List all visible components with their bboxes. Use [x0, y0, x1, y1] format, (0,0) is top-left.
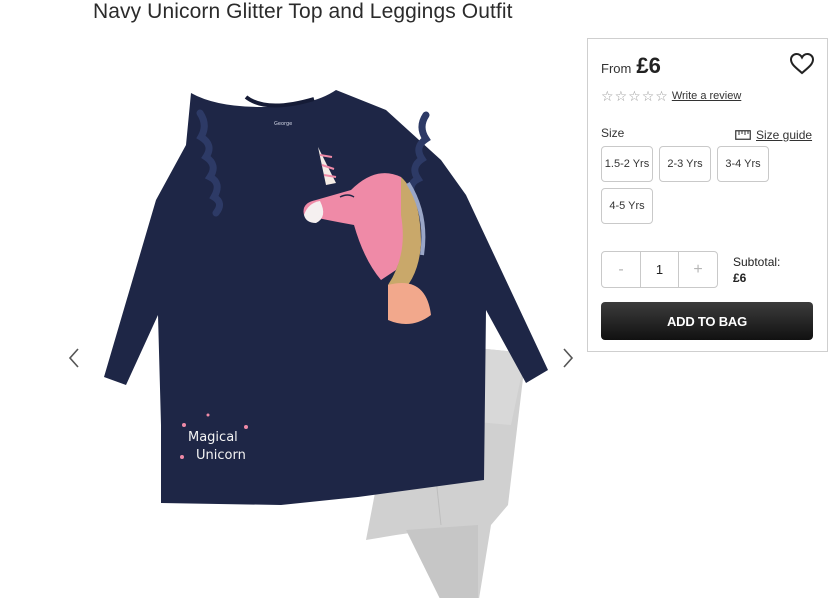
star-icon: ☆	[641, 88, 655, 104]
wishlist-button[interactable]	[789, 52, 815, 76]
quantity-stepper: - 1 +	[601, 251, 718, 288]
brand-label: George	[274, 121, 292, 127]
star-rating: ☆ ☆ ☆ ☆ ☆	[601, 89, 668, 103]
subtotal-label: Subtotal:	[733, 255, 781, 269]
size-option-3-4[interactable]: 3-4 Yrs	[717, 146, 769, 182]
size-option-4-5[interactable]: 4-5 Yrs	[601, 188, 653, 224]
star-icon: ☆	[601, 88, 614, 104]
gallery-next-button[interactable]	[558, 345, 578, 371]
ruler-icon	[735, 130, 751, 140]
product-gallery: Magical Unicorn George	[60, 40, 582, 598]
size-label: Size	[601, 126, 625, 140]
chevron-right-icon	[563, 348, 574, 368]
purchase-panel: From £6 ☆ ☆ ☆ ☆ ☆ Write a review Size Si…	[587, 38, 828, 352]
price-row: From £6	[601, 53, 661, 79]
heart-icon	[789, 52, 815, 75]
top-image: Magical Unicorn George	[104, 90, 548, 505]
chevron-left-icon	[68, 348, 79, 368]
product-title: Navy Unicorn Glitter Top and Leggings Ou…	[93, 0, 513, 23]
size-guide-link[interactable]: Size guide	[735, 128, 812, 142]
star-icon: ☆	[628, 88, 641, 104]
star-icon: ☆	[655, 88, 668, 104]
rating-row: ☆ ☆ ☆ ☆ ☆ Write a review	[601, 89, 741, 103]
product-image: Magical Unicorn George	[104, 90, 548, 598]
subtotal-value: £6	[733, 271, 747, 285]
quantity-value[interactable]: 1	[640, 252, 679, 287]
quantity-decrease-button[interactable]: -	[602, 252, 640, 287]
price-prefix: From	[601, 61, 632, 76]
star-icon: ☆	[614, 88, 628, 104]
write-review-link[interactable]: Write a review	[672, 90, 741, 102]
print-text-line2: Unicorn	[196, 448, 246, 463]
gallery-prev-button[interactable]	[64, 345, 84, 371]
print-text-line1: Magical	[188, 430, 238, 445]
price-value: £6	[636, 53, 661, 78]
size-guide-label: Size guide	[756, 128, 813, 142]
add-to-bag-button[interactable]: ADD TO BAG	[601, 302, 813, 340]
quantity-increase-button[interactable]: +	[679, 252, 717, 287]
size-option-1-5-2[interactable]: 1.5-2 Yrs	[601, 146, 653, 182]
size-option-2-3[interactable]: 2-3 Yrs	[659, 146, 711, 182]
subtotal: Subtotal: £6	[733, 254, 780, 286]
